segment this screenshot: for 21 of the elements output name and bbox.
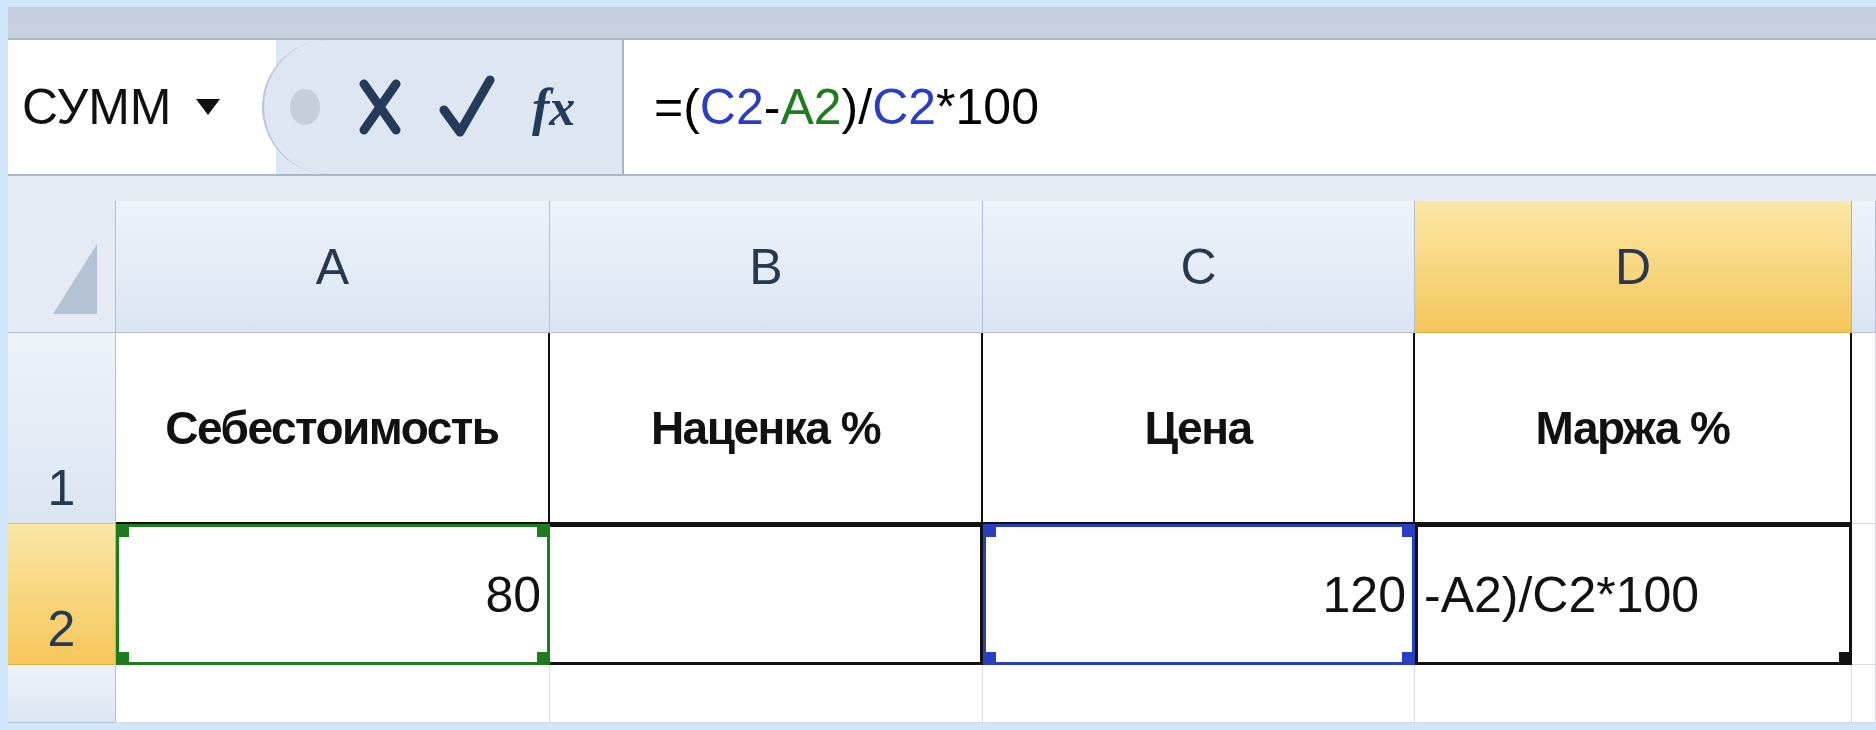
- formula-field[interactable]: =(C2-A2)/C2*100: [622, 40, 1876, 174]
- formula-field[interactable]: -A2)/C2*100: [1415, 524, 1852, 665]
- name-box[interactable]: СУММ: [8, 40, 276, 174]
- table-cell: 120: [983, 524, 1415, 665]
- column-header[interactable]: A: [116, 201, 550, 333]
- caret-icon[interactable]: [193, 97, 222, 117]
- column-header[interactable]: D: [1415, 201, 1852, 333]
- table-cell: Себестоимость: [116, 333, 550, 524]
- column-header[interactable]: B: [550, 201, 983, 333]
- row-header[interactable]: 2: [8, 524, 116, 665]
- table-cell: Цена: [983, 333, 1415, 524]
- column-header[interactable]: [1852, 201, 1876, 333]
- select-all-icon[interactable]: [53, 244, 97, 314]
- column-header[interactable]: C: [983, 201, 1415, 333]
- table-cell: Наценка %: [550, 333, 983, 524]
- grip-icon[interactable]: [288, 87, 322, 127]
- insert-function-button[interactable]: fx: [532, 77, 576, 137]
- row-header[interactable]: 1: [8, 333, 116, 524]
- cell-name: СУММ: [22, 78, 172, 136]
- table-cell: 80: [116, 524, 550, 665]
- table-cell: Маржа %: [1415, 333, 1852, 524]
